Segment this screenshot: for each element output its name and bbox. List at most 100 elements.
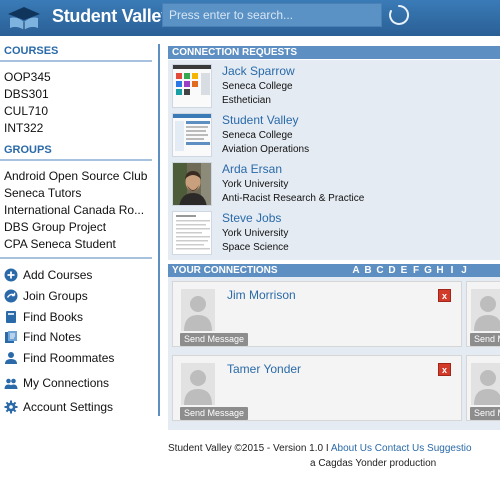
connection-card-partial: Send M: [466, 355, 500, 421]
remove-connection-button[interactable]: x: [438, 289, 451, 302]
find-books-link[interactable]: Find Books: [4, 308, 83, 326]
join-groups-link[interactable]: Join Groups: [4, 287, 88, 305]
course-item[interactable]: INT322: [4, 121, 156, 135]
avatar-placeholder-icon[interactable]: [181, 289, 215, 331]
request-name-link[interactable]: Steve Jobs: [222, 211, 281, 225]
request-thumbnail[interactable]: [172, 113, 212, 157]
book-icon: [6, 311, 16, 323]
notes-icon: [5, 331, 17, 343]
group-item[interactable]: Android Open Source Club: [4, 169, 156, 183]
request-program: Esthetician: [222, 95, 271, 106]
actions-divider: [0, 257, 152, 259]
groups-divider: [0, 159, 152, 161]
connection-requests-panel: Jack Sparrow Seneca College Esthetician …: [168, 60, 500, 260]
request-school: York University: [222, 228, 289, 239]
letter-filter-j[interactable]: J: [458, 265, 470, 277]
group-item[interactable]: CPA Seneca Student: [4, 237, 156, 251]
find-books-label: Find Books: [23, 310, 84, 324]
avatar-placeholder-icon[interactable]: [181, 363, 215, 405]
find-notes-link[interactable]: Find Notes: [4, 328, 81, 346]
group-item[interactable]: International Canada Ro...: [4, 203, 156, 217]
letter-filter-g[interactable]: G: [422, 265, 434, 277]
add-courses-link[interactable]: Add Courses: [4, 266, 92, 284]
find-notes-label: Find Notes: [23, 330, 82, 344]
letter-filter-i[interactable]: I: [446, 265, 458, 277]
graduation-book-logo-icon[interactable]: [6, 4, 42, 32]
letter-filter-c[interactable]: C: [374, 265, 386, 277]
footer-copyright: Student Valley ©2015 - Version 1.0 I: [168, 443, 329, 454]
letter-filter-a[interactable]: A: [350, 265, 362, 277]
join-groups-label: Join Groups: [23, 289, 88, 303]
footer-credit: a Cagdas Yonder production: [310, 458, 437, 469]
avatar-placeholder-icon[interactable]: [471, 289, 500, 331]
add-courses-label: Add Courses: [23, 268, 93, 282]
request-thumbnail[interactable]: [172, 211, 212, 255]
connection-card-partial: Send M: [466, 281, 500, 347]
about-us-link[interactable]: About Us: [331, 443, 372, 454]
request-item: Arda Ersan York University Anti-Racist R…: [168, 160, 500, 208]
letter-filter-f[interactable]: F: [410, 265, 422, 277]
remove-connection-button[interactable]: x: [438, 363, 451, 376]
suggestions-link[interactable]: Suggestio: [427, 443, 471, 454]
alphabet-filter: A B C D E F G H I J: [350, 265, 470, 277]
find-roommates-label: Find Roommates: [23, 351, 115, 365]
connection-name-link[interactable]: Jim Morrison: [227, 288, 296, 302]
account-settings-link[interactable]: Account Settings: [4, 398, 113, 416]
group-item[interactable]: Seneca Tutors: [4, 186, 156, 200]
letter-filter-e[interactable]: E: [398, 265, 410, 277]
arrow-circle-icon: [4, 289, 18, 303]
plus-circle-icon: [4, 268, 18, 282]
course-item[interactable]: DBS301: [4, 87, 156, 101]
courses-divider: [0, 60, 152, 62]
people-icon: [4, 378, 18, 389]
loading-spinner-icon: [389, 4, 410, 25]
connection-requests-header: CONNECTION REQUESTS: [168, 46, 500, 59]
request-school: Seneca College: [222, 130, 293, 141]
groups-title: GROUPS: [4, 144, 52, 156]
request-program: Anti-Racist Research & Practice: [222, 193, 365, 204]
sidebar-divider: [158, 44, 160, 416]
letter-filter-d[interactable]: D: [386, 265, 398, 277]
contact-us-link[interactable]: Contact Us: [375, 443, 424, 454]
gear-icon: [4, 400, 18, 414]
letter-filter-b[interactable]: B: [362, 265, 374, 277]
request-name-link[interactable]: Arda Ersan: [222, 162, 282, 176]
request-item: Steve Jobs York University Space Science: [168, 209, 500, 257]
letter-filter-h[interactable]: H: [434, 265, 446, 277]
footer-links: Student Valley ©2015 - Version 1.0 I Abo…: [168, 443, 472, 454]
send-message-button[interactable]: Send M: [470, 333, 500, 346]
my-connections-link[interactable]: My Connections: [4, 374, 109, 392]
request-thumbnail[interactable]: [172, 64, 212, 108]
your-connections-panel: Jim Morrison x Send Message Send M Tamer…: [168, 277, 500, 430]
connection-card: Tamer Yonder x Send Message: [172, 355, 462, 421]
search-input[interactable]: [162, 3, 382, 27]
courses-title: COURSES: [4, 45, 59, 57]
request-school: Seneca College: [222, 81, 293, 92]
connection-card: Jim Morrison x Send Message: [172, 281, 462, 347]
my-connections-label: My Connections: [23, 376, 110, 390]
request-school: York University: [222, 179, 289, 190]
send-message-button[interactable]: Send Message: [180, 333, 249, 346]
request-name-link[interactable]: Student Valley: [222, 113, 299, 127]
avatar-placeholder-icon[interactable]: [471, 363, 500, 405]
person-icon: [5, 352, 17, 364]
connection-name-link[interactable]: Tamer Yonder: [227, 362, 301, 376]
send-message-button[interactable]: Send Message: [180, 407, 249, 420]
find-roommates-link[interactable]: Find Roommates: [4, 349, 114, 367]
webpage-thumbnail-icon: [173, 114, 211, 156]
request-program: Aviation Operations: [222, 144, 310, 155]
app-logo-title[interactable]: Student Valley: [52, 6, 171, 27]
request-thumbnail[interactable]: [172, 162, 212, 206]
top-bar: Student Valley: [0, 0, 500, 36]
group-item[interactable]: DBS Group Project: [4, 220, 156, 234]
person-photo-thumbnail-icon: [173, 163, 211, 205]
document-thumbnail-icon: [173, 212, 211, 254]
send-message-button[interactable]: Send M: [470, 407, 500, 420]
account-settings-label: Account Settings: [23, 400, 114, 414]
colorful-screenshot-thumbnail-icon: [173, 65, 211, 107]
request-name-link[interactable]: Jack Sparrow: [222, 64, 295, 78]
request-item: Student Valley Seneca College Aviation O…: [168, 111, 500, 159]
course-item[interactable]: OOP345: [4, 70, 156, 84]
request-item: Jack Sparrow Seneca College Esthetician: [168, 62, 500, 110]
course-item[interactable]: CUL710: [4, 104, 156, 118]
